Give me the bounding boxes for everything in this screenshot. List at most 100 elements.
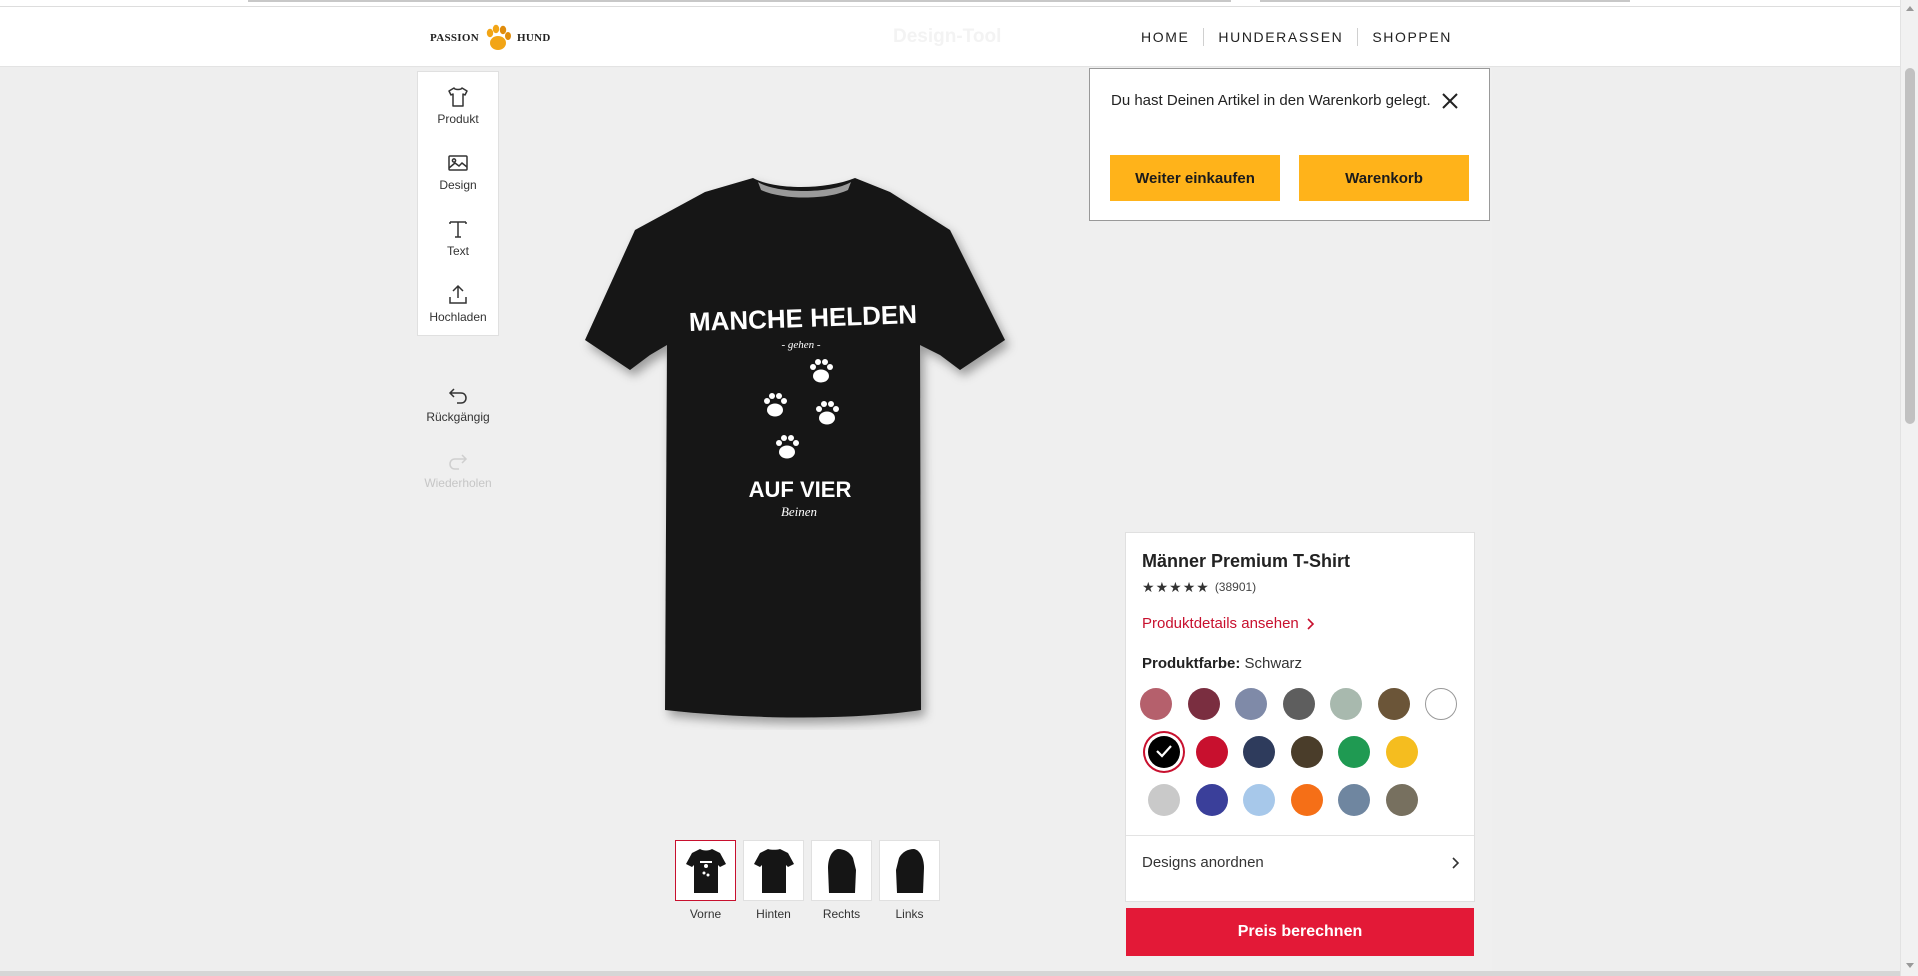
color-swatch[interactable] — [1195, 736, 1228, 768]
arrange-designs-row[interactable]: Designs anordnen — [1142, 854, 1460, 871]
text-icon — [449, 220, 467, 238]
view-back-label: Hinten — [756, 907, 791, 921]
redo-icon — [449, 453, 468, 470]
chevron-right-icon — [1452, 856, 1460, 869]
color-swatch[interactable] — [1195, 784, 1228, 816]
view-left-label: Links — [895, 907, 924, 921]
product-details-label: Produktdetails ansehen — [1142, 615, 1299, 632]
product-rating[interactable]: ★ ★ ★ ★ ★ (38901) — [1142, 580, 1256, 594]
scroll-down-arrow-icon[interactable] — [1906, 963, 1914, 968]
tshirt-preview[interactable]: MANCHE HELDEN - gehen - AUF VIER Beinen — [555, 170, 1055, 730]
nav-hunderassen[interactable]: HUNDERASSEN — [1204, 29, 1357, 45]
arrange-designs-label: Designs anordnen — [1142, 854, 1264, 871]
paw-logo-icon — [486, 24, 511, 50]
cart-notification: Du hast Deinen Artikel in den Warenkorb … — [1089, 68, 1490, 221]
continue-shopping-button[interactable]: Weiter einkaufen — [1110, 155, 1280, 201]
tool-design[interactable]: Design — [418, 138, 498, 204]
view-left-thumb — [879, 840, 940, 901]
shirt-icon — [448, 86, 468, 107]
tool-panel: Produkt Design Text Hochladen — [417, 71, 499, 336]
color-swatch[interactable] — [1377, 688, 1410, 720]
print-line-2: - gehen - — [781, 339, 820, 351]
color-swatch[interactable] — [1385, 736, 1418, 768]
calculate-price-button[interactable]: Preis berechnen — [1126, 908, 1474, 956]
top-strip-bar — [248, 0, 1231, 2]
vertical-scrollbar[interactable] — [1900, 0, 1918, 976]
color-swatch[interactable] — [1148, 784, 1180, 816]
star-icon: ★ — [1142, 579, 1155, 595]
color-swatch[interactable] — [1187, 688, 1220, 720]
tool-text[interactable]: Text — [418, 204, 498, 270]
color-swatch[interactable] — [1385, 784, 1418, 816]
color-swatch[interactable] — [1243, 736, 1275, 768]
undo-label: Rückgängig — [426, 409, 490, 424]
view-back-thumb — [743, 840, 804, 901]
color-swatch[interactable] — [1282, 688, 1315, 720]
color-swatch[interactable] — [1290, 736, 1323, 768]
site-logo[interactable]: PASSION HUND — [430, 21, 551, 55]
undo-icon — [448, 387, 467, 404]
shirt-front-icon — [685, 848, 726, 893]
product-details-link[interactable]: Produktdetails ansehen — [1142, 615, 1315, 632]
tool-upload[interactable]: Hochladen — [418, 270, 498, 336]
tool-upload-label: Hochladen — [429, 309, 487, 324]
star-icon: ★ — [1155, 579, 1169, 595]
logo-text-left: PASSION — [430, 32, 479, 44]
go-to-cart-button[interactable]: Warenkorb — [1299, 155, 1469, 201]
color-swatch[interactable] — [1425, 688, 1457, 720]
scrollbar-thumb[interactable] — [1905, 68, 1915, 424]
star-icon: ★ — [1196, 579, 1209, 595]
product-color: Produktfarbe: Schwarz — [1142, 655, 1302, 672]
close-icon[interactable] — [1438, 89, 1462, 113]
scroll-up-arrow-icon[interactable] — [1906, 6, 1914, 11]
redo-label: Wiederholen — [424, 475, 492, 490]
color-swatch[interactable] — [1235, 688, 1267, 720]
tool-product-label: Produkt — [437, 111, 479, 126]
color-swatch[interactable] — [1148, 736, 1180, 768]
star-icon: ★ — [1169, 579, 1182, 595]
checkmark-icon — [1156, 745, 1172, 758]
nav-shoppen[interactable]: SHOPPEN — [1358, 29, 1466, 45]
print-line-4: Beinen — [781, 504, 817, 519]
color-swatch[interactable] — [1330, 688, 1362, 720]
view-selector: Vorne Hinten Rechts Links — [675, 840, 940, 921]
cart-notification-message: Du hast Deinen Artikel in den Warenkorb … — [1111, 92, 1431, 109]
view-right[interactable]: Rechts — [811, 840, 872, 921]
chevron-right-icon — [1307, 617, 1314, 630]
color-swatch[interactable] — [1338, 784, 1370, 816]
upload-icon — [449, 284, 467, 304]
view-back[interactable]: Hinten — [743, 840, 804, 921]
view-left[interactable]: Links — [879, 840, 940, 921]
main-nav: HOME HUNDERASSEN SHOPPEN — [1127, 7, 1466, 67]
rating-count: (38901) — [1214, 580, 1257, 594]
product-color-value: Schwarz — [1244, 655, 1303, 672]
color-swatch[interactable] — [1243, 784, 1275, 816]
redo-button[interactable]: Wiederholen — [417, 436, 499, 502]
color-swatch[interactable] — [1290, 784, 1323, 816]
bottom-strip — [0, 971, 1900, 976]
browser-top-strip — [0, 0, 1900, 7]
logo-text-right: HUND — [516, 32, 551, 44]
view-front[interactable]: Vorne — [675, 840, 736, 921]
top-strip-bar — [1260, 0, 1630, 2]
product-color-label: Produktfarbe: — [1142, 655, 1241, 672]
history-controls: Rückgängig Wiederholen — [417, 370, 499, 502]
product-card: Männer Premium T-Shirt ★ ★ ★ ★ ★ (38901)… — [1125, 532, 1475, 902]
shirt-back-icon — [753, 848, 794, 893]
tshirt-body — [585, 178, 1005, 718]
undo-button[interactable]: Rückgängig — [417, 370, 499, 436]
product-name: Männer Premium T-Shirt — [1142, 551, 1351, 571]
tool-product[interactable]: Produkt — [418, 72, 498, 138]
color-swatch[interactable] — [1338, 736, 1370, 768]
view-right-thumb — [811, 840, 872, 901]
page-title: Design-Tool — [893, 26, 1002, 47]
site-header: PASSION HUND Design-Tool HOME HUNDERASSE… — [0, 7, 1900, 67]
divider — [1126, 835, 1474, 836]
tool-design-label: Design — [439, 177, 477, 192]
star-icon: ★ — [1182, 579, 1196, 595]
shirt-left-icon — [895, 848, 924, 893]
color-swatch[interactable] — [1140, 688, 1172, 720]
tool-text-label: Text — [446, 243, 469, 258]
view-front-label: Vorne — [689, 907, 722, 921]
nav-home[interactable]: HOME — [1127, 29, 1203, 45]
